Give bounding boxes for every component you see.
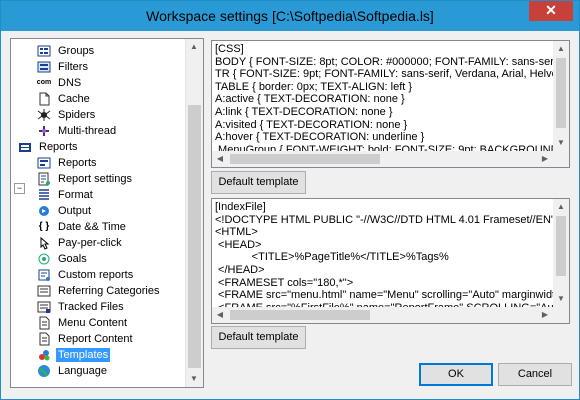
tree-item-report-content[interactable]: Report Content (37, 331, 135, 347)
spider-icon (37, 108, 51, 122)
tree-scrollbar[interactable]: ▲ ▼ (185, 39, 203, 387)
filters-icon (37, 60, 51, 74)
css-scroll-left-icon[interactable]: ◀ (212, 151, 228, 167)
output-icon (37, 204, 51, 218)
menu-content-icon (37, 316, 51, 330)
tree-scroll-thumb[interactable] (188, 105, 201, 368)
css-editor-hscroll[interactable]: ◀ ▶ (212, 151, 553, 167)
tree-item-label: Report settings (58, 173, 132, 185)
tree-item-custom-reports[interactable]: Custom reports (37, 267, 135, 283)
goals-icon (37, 252, 51, 266)
tree-item-language[interactable]: Language (37, 363, 109, 379)
reports-folder-icon (18, 140, 32, 154)
tree-item-label: Spiders (58, 109, 96, 121)
date-time-icon: { } (38, 221, 50, 232)
tree-item-label: Goals (58, 253, 87, 265)
tree-item-label: Cache (58, 93, 90, 105)
html-scroll-down-icon[interactable]: ▼ (553, 291, 569, 307)
tree-item-templates[interactable]: Templates (37, 347, 111, 363)
tree-item-cache[interactable]: Cache (37, 91, 92, 107)
html-editor-corner (553, 307, 569, 323)
multithread-icon (37, 124, 51, 138)
settings-window: Workspace settings [C:\Softpedia\Softped… (0, 0, 580, 400)
tree-item-label: Filters (58, 61, 88, 73)
referring-categories-icon (37, 284, 51, 298)
tree-item-label: Report Content (58, 333, 133, 345)
css-editor-corner (553, 151, 569, 167)
html-scroll-left-icon[interactable]: ◀ (212, 307, 228, 323)
templates-icon (37, 348, 51, 362)
html-editor-vscroll[interactable]: ▲ ▼ (553, 199, 569, 307)
html-scroll-up-icon[interactable]: ▲ (553, 199, 569, 215)
settings-tree[interactable]: − ▲ ▼ Groups Filters com DNS Cache Spiders Mul… (10, 38, 204, 388)
tree-item-referring-categories[interactable]: Referring Categories (37, 283, 162, 299)
report-content-icon (37, 332, 51, 346)
format-icon (37, 188, 51, 202)
tree-item-label: Reports (39, 141, 78, 153)
html-scroll-thumb[interactable] (556, 216, 566, 276)
window-title: Workspace settings [C:\Softpedia\Softped… (146, 8, 434, 24)
css-scroll-down-icon[interactable]: ▼ (553, 135, 569, 151)
tree-item-label: Templates (56, 348, 111, 362)
cache-icon (37, 92, 51, 106)
html-template-editor[interactable]: [IndexFile] <!DOCTYPE HTML PUBLIC "-//W3… (211, 198, 570, 324)
tree-item-tracked-files[interactable]: Tracked Files (37, 299, 126, 315)
tree-item-label: Pay-per-click (58, 237, 122, 249)
tree-item-report-settings[interactable]: Report settings (37, 171, 134, 187)
dns-icon: com (36, 79, 52, 86)
reports-icon (37, 156, 51, 170)
default-template-button-css[interactable]: Default template (211, 171, 306, 194)
tree-item-label: Reports (58, 157, 97, 169)
css-scroll-right-icon[interactable]: ▶ (537, 151, 553, 167)
tree-item-multi-thread[interactable]: Multi-thread (37, 123, 118, 139)
css-hscroll-thumb[interactable] (230, 154, 380, 164)
tree-item-date-time[interactable]: { } Date && Time (37, 219, 128, 235)
tree-item-filters[interactable]: Filters (37, 59, 90, 75)
html-scroll-right-icon[interactable]: ▶ (537, 307, 553, 323)
tree-item-output[interactable]: Output (37, 203, 93, 219)
tree-item-groups[interactable]: Groups (37, 43, 96, 59)
tree-item-label: Output (58, 205, 92, 217)
tree-item-reports[interactable]: Reports (37, 155, 99, 171)
groups-icon (37, 44, 51, 58)
html-hscroll-thumb[interactable] (230, 310, 370, 320)
tracked-files-icon (37, 300, 51, 314)
report-settings-icon (37, 172, 51, 186)
css-template-editor[interactable]: [CSS] BODY { FONT-SIZE: 8pt; COLOR: #000… (211, 40, 570, 168)
html-editor-hscroll[interactable]: ◀ ▶ (212, 307, 553, 323)
language-icon (37, 364, 51, 378)
default-template-button-html[interactable]: Default template (211, 326, 306, 349)
close-button[interactable]: ✕ (529, 1, 573, 21)
tree-item-format[interactable]: Format (37, 187, 95, 203)
tree-item-spiders[interactable]: Spiders (37, 107, 97, 123)
tree-item-label: DNS (58, 77, 82, 89)
tree-item-dns[interactable]: com DNS (37, 75, 83, 91)
css-scroll-up-icon[interactable]: ▲ (553, 41, 569, 57)
tree-item-label: Menu Content (58, 317, 128, 329)
css-template-text[interactable]: [CSS] BODY { FONT-SIZE: 8pt; COLOR: #000… (212, 41, 569, 167)
html-template-text[interactable]: [IndexFile] <!DOCTYPE HTML PUBLIC "-//W3… (212, 199, 569, 323)
title-bar[interactable]: Workspace settings [C:\Softpedia\Softped… (1, 1, 579, 31)
ok-button[interactable]: OK (419, 363, 493, 386)
tree-item-label: Tracked Files (58, 301, 124, 313)
tree-item-reports[interactable]: Reports (18, 139, 80, 155)
pay-per-click-icon (37, 236, 51, 250)
tree-item-label: Multi-thread (58, 125, 117, 137)
reports-expander-icon[interactable]: − (14, 183, 25, 194)
css-scroll-thumb[interactable] (556, 58, 566, 128)
tree-item-label: Groups (58, 45, 95, 57)
tree-scroll-down-icon[interactable]: ▼ (186, 371, 202, 387)
tree-item-menu-content[interactable]: Menu Content (37, 315, 129, 331)
tree-scroll-up-icon[interactable]: ▲ (186, 39, 202, 55)
tree-item-label: Custom reports (58, 269, 134, 281)
tree-item-label: Language (58, 365, 107, 377)
tree-item-label: Date && Time (58, 221, 126, 233)
css-editor-vscroll[interactable]: ▲ ▼ (553, 41, 569, 151)
cancel-button[interactable]: Cancel (498, 363, 572, 386)
tree-item-goals[interactable]: Goals (37, 251, 89, 267)
tree-item-label: Referring Categories (58, 285, 160, 297)
tree-item-label: Format (58, 189, 93, 201)
tree-item-pay-per-click[interactable]: Pay-per-click (37, 235, 124, 251)
custom-reports-icon (37, 268, 51, 282)
